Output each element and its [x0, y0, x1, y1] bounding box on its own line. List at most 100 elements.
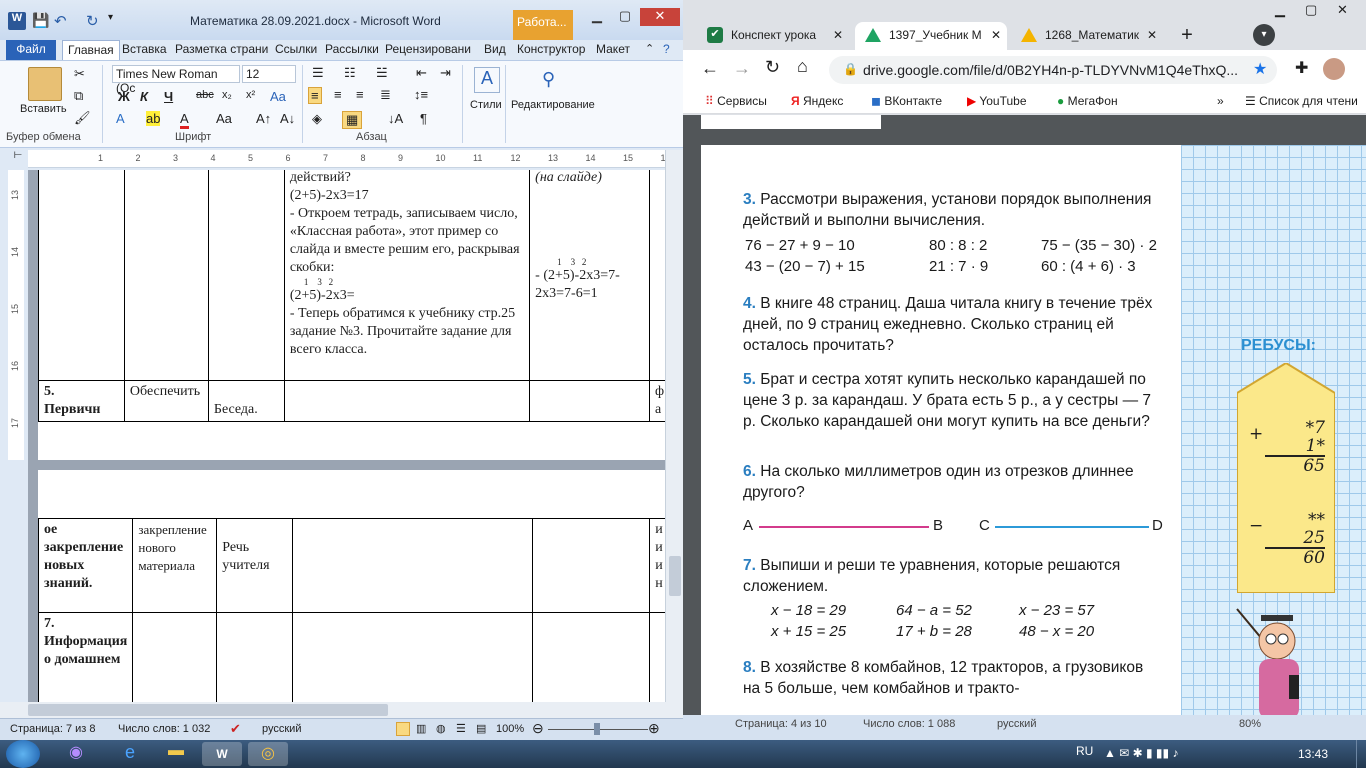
- strikethrough-icon[interactable]: abc: [196, 89, 214, 101]
- vertical-scrollbar[interactable]: [665, 150, 683, 702]
- tab-close-icon[interactable]: ✕: [991, 28, 1001, 42]
- tray-icons[interactable]: ▲ ✉ ✱ ▮ ▮▮ ♪: [1104, 746, 1178, 760]
- redo-icon[interactable]: ↻: [86, 12, 104, 30]
- grow-font-icon[interactable]: A↑: [256, 111, 271, 126]
- taskbar-app-icon[interactable]: ◉: [56, 742, 96, 766]
- cut-icon[interactable]: ✂: [74, 66, 85, 82]
- close-button[interactable]: ✕: [1337, 2, 1348, 18]
- shrink-font-icon[interactable]: A↓: [280, 111, 295, 126]
- increase-indent-icon[interactable]: ⇥: [440, 65, 451, 81]
- change-case-icon[interactable]: Aa: [216, 111, 232, 126]
- bullets-icon[interactable]: ☰: [312, 65, 324, 81]
- styles-icon[interactable]: A: [474, 67, 500, 93]
- start-button[interactable]: [6, 740, 40, 768]
- status-page[interactable]: Страница: 7 из 8: [10, 723, 96, 735]
- help-icon[interactable]: ?: [658, 40, 675, 60]
- profile-avatar[interactable]: [1323, 58, 1345, 80]
- shading-icon[interactable]: ◈: [312, 111, 322, 127]
- zoom-level[interactable]: 100%: [496, 723, 524, 735]
- close-button[interactable]: ✕: [640, 8, 680, 26]
- tab-close-icon[interactable]: ✕: [1147, 28, 1157, 42]
- zoom-in-icon[interactable]: ⊕: [648, 720, 660, 737]
- tab-file[interactable]: Файл: [6, 40, 56, 60]
- more-bookmarks-icon[interactable]: »: [1217, 94, 1224, 108]
- format-painter-icon[interactable]: 🖌: [74, 110, 91, 126]
- save-icon[interactable]: 💾: [32, 12, 50, 30]
- explorer-icon[interactable]: ▬: [156, 742, 196, 766]
- superscript-icon[interactable]: x²: [246, 89, 255, 101]
- extensions-icon[interactable]: ✚: [1295, 58, 1308, 78]
- show-desktop-button[interactable]: [1356, 740, 1366, 768]
- reload-icon[interactable]: ↻: [765, 57, 780, 78]
- forward-icon[interactable]: →: [733, 58, 751, 79]
- reading-view-icon[interactable]: ▥: [416, 722, 426, 735]
- justify-icon[interactable]: ≣: [380, 87, 391, 103]
- align-left-icon[interactable]: ≡: [308, 87, 322, 104]
- chrome-tab-3[interactable]: 1268_Математик ✕: [1011, 22, 1163, 50]
- editing-button[interactable]: Редактирование: [511, 99, 595, 111]
- web-view-icon[interactable]: ◍: [436, 722, 446, 735]
- undo-icon[interactable]: ↶: [54, 12, 72, 30]
- highlight-icon[interactable]: ab: [146, 111, 161, 126]
- address-bar[interactable]: 🔒 drive.google.com/file/d/0B2YH4n-p-TLDY…: [829, 56, 1277, 84]
- show-marks-icon[interactable]: ¶: [420, 111, 427, 126]
- decrease-indent-icon[interactable]: ⇤: [416, 65, 427, 81]
- language-indicator[interactable]: RU: [1076, 744, 1093, 758]
- chrome-taskbar-icon[interactable]: ◎: [248, 742, 288, 766]
- reading-list[interactable]: ☰ Список для чтени: [1245, 94, 1358, 108]
- tab-references[interactable]: Ссылки: [270, 40, 322, 60]
- draft-view-icon[interactable]: ▤: [476, 722, 486, 735]
- clear-format-icon[interactable]: Aa: [270, 89, 286, 104]
- bookmark-star-icon[interactable]: ★: [1253, 59, 1267, 79]
- status-language[interactable]: русский: [262, 723, 301, 735]
- copy-icon[interactable]: ⧉: [74, 88, 83, 104]
- font-size-select[interactable]: 12: [242, 65, 296, 83]
- bookmark-megafon[interactable]: ● МегаФон: [1057, 94, 1118, 108]
- chrome-tab-2-active[interactable]: 1397_Учебник М ✕: [855, 22, 1007, 50]
- bookmark-vkontakte[interactable]: ◼ ВКонтакте: [871, 94, 942, 108]
- clock[interactable]: 13:43: [1298, 747, 1328, 761]
- tab-insert[interactable]: Вставка: [117, 40, 172, 60]
- zoom-out-icon[interactable]: ⊖: [532, 720, 544, 737]
- url-text[interactable]: drive.google.com/file/d/0B2YH4n-p-TLDYVN…: [863, 62, 1238, 78]
- scroll-thumb[interactable]: [669, 556, 681, 596]
- font-color-icon[interactable]: A: [180, 111, 189, 129]
- ruler-toggle-icon[interactable]: ⊢: [8, 150, 28, 168]
- collapse-ribbon-icon[interactable]: ⌃: [640, 40, 659, 60]
- multilevel-list-icon[interactable]: ☱: [376, 65, 388, 81]
- minimize-button[interactable]: ▁: [582, 8, 612, 26]
- outline-view-icon[interactable]: ☰: [456, 722, 466, 735]
- back-icon[interactable]: ←: [701, 58, 719, 79]
- maximize-button[interactable]: ▢: [610, 8, 640, 26]
- pdf-viewer[interactable]: 3. Рассмотри выражения, установи порядок…: [683, 115, 1366, 715]
- bookmark-youtube[interactable]: ▶ YouTube: [967, 94, 1027, 108]
- home-icon[interactable]: ⌂: [797, 56, 808, 77]
- tab-home[interactable]: Главная: [62, 40, 120, 60]
- tab-layout[interactable]: Макет: [591, 40, 635, 60]
- tab-close-icon[interactable]: ✕: [833, 28, 843, 42]
- bookmark-yandex[interactable]: Я Яндекс: [791, 94, 843, 108]
- zoom-slider-thumb[interactable]: [594, 723, 600, 735]
- subscript-icon[interactable]: x₂: [222, 89, 232, 101]
- maximize-button[interactable]: ▢: [1305, 2, 1317, 18]
- word-app-icon[interactable]: W: [8, 12, 26, 30]
- print-layout-view-icon[interactable]: [396, 722, 410, 736]
- text-effects-icon[interactable]: A: [116, 111, 125, 126]
- bookmark-services[interactable]: ⠿ Сервисы: [705, 94, 767, 108]
- underline-icon[interactable]: Ч: [164, 89, 173, 104]
- styles-button[interactable]: Стили: [470, 99, 502, 111]
- align-center-icon[interactable]: ≡: [334, 87, 342, 102]
- binoculars-icon[interactable]: ⚲: [542, 69, 555, 90]
- sort-icon[interactable]: ↓A: [388, 111, 403, 126]
- spelling-icon[interactable]: ✔: [230, 721, 241, 737]
- minimize-button[interactable]: ▁: [1275, 2, 1285, 18]
- tab-design[interactable]: Конструктор: [512, 40, 590, 60]
- tab-view[interactable]: Вид: [479, 40, 511, 60]
- tab-review[interactable]: Рецензировани: [380, 40, 476, 60]
- document-area[interactable]: действий? (2+5)-2х3=17 - Откроем тетрадь…: [28, 170, 665, 702]
- italic-icon[interactable]: К: [140, 89, 148, 104]
- bold-icon[interactable]: Ж: [118, 89, 130, 104]
- font-name-select[interactable]: Times New Roman (Ос: [112, 65, 240, 95]
- chrome-tab-1[interactable]: ✔ Конспект урока ✕: [697, 22, 849, 50]
- word-taskbar-icon[interactable]: W: [202, 742, 242, 766]
